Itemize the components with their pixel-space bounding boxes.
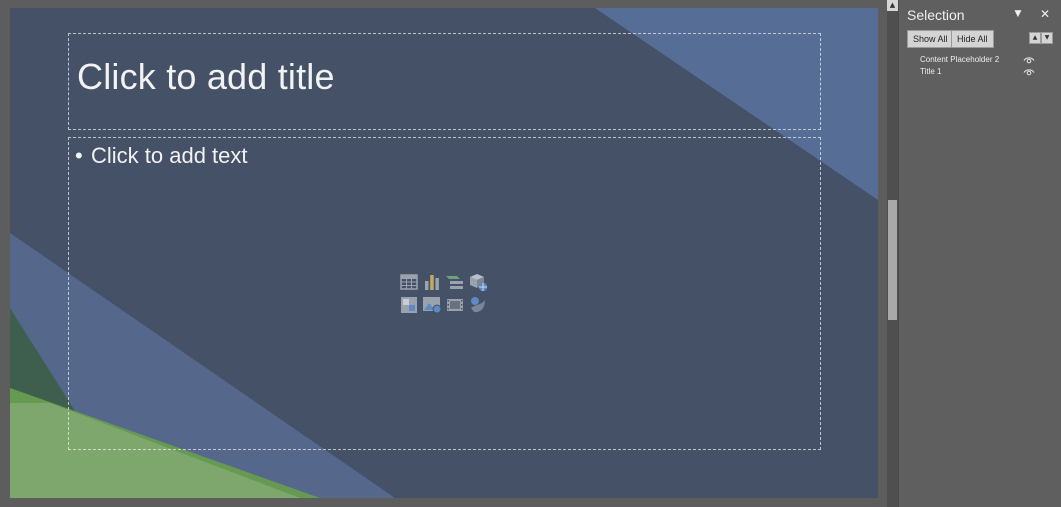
title-placeholder[interactable]: Click to add title — [68, 33, 821, 130]
insert-online-picture-icon[interactable] — [422, 295, 442, 315]
insert-content-icons — [399, 272, 491, 316]
vertical-scrollbar[interactable]: ▲ — [887, 0, 898, 507]
content-placeholder-line[interactable]: • Click to add text — [75, 143, 248, 169]
eye-visible-icon[interactable] — [1023, 55, 1035, 65]
bullet-glyph: • — [75, 143, 83, 168]
selection-pane-title: Selection — [907, 7, 965, 23]
insert-3d-model-icon[interactable] — [468, 272, 488, 292]
content-placeholder-text[interactable]: Click to add text — [91, 143, 248, 168]
insert-video-icon[interactable] — [445, 295, 465, 315]
title-placeholder-text[interactable]: Click to add title — [77, 56, 335, 98]
insert-table-icon[interactable] — [399, 272, 419, 292]
insert-chart-icon[interactable] — [422, 272, 442, 292]
task-pane-options-icon[interactable]: ▼ — [1011, 9, 1025, 19]
insert-smartart-icon[interactable] — [445, 272, 465, 292]
slide-canvas-area[interactable]: Click to add title • Click to add text — [0, 0, 887, 507]
scroll-up-arrow-icon[interactable]: ▲ — [887, 0, 898, 11]
bring-forward-icon[interactable]: ▲ — [1029, 32, 1041, 44]
list-item[interactable]: Title 1 — [899, 66, 1061, 78]
hide-all-button[interactable]: Hide All — [951, 30, 994, 48]
scrollbar-thumb[interactable] — [888, 200, 897, 320]
show-all-button[interactable]: Show All — [907, 30, 954, 48]
object-name[interactable]: Title 1 — [920, 66, 942, 78]
insert-picture-icon[interactable] — [399, 295, 419, 315]
object-name[interactable]: Content Placeholder 2 — [920, 54, 999, 66]
selection-object-list: Content Placeholder 2 Title 1 — [899, 54, 1061, 78]
selection-pane: Selection ▼ ✕ Show All Hide All ▲ ▼ Cont… — [898, 0, 1061, 507]
eye-visible-icon[interactable] — [1023, 67, 1035, 77]
close-icon[interactable]: ✕ — [1038, 7, 1052, 21]
powerpoint-window: Click to add title • Click to add text ▲… — [0, 0, 1061, 507]
list-item[interactable]: Content Placeholder 2 — [899, 54, 1061, 66]
slide[interactable]: Click to add title • Click to add text — [10, 8, 878, 498]
insert-icons-icon[interactable] — [468, 295, 488, 315]
content-placeholder[interactable]: • Click to add text — [68, 137, 821, 450]
send-backward-icon[interactable]: ▼ — [1041, 32, 1053, 44]
